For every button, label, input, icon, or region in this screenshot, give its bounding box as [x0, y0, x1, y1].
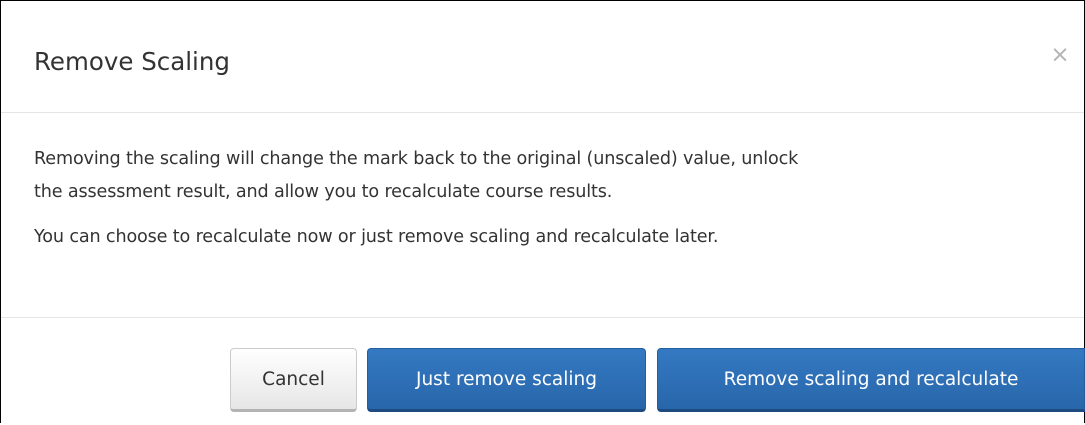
remove-scaling-and-recalculate-button[interactable]: Remove scaling and recalculate	[657, 348, 1085, 412]
dialog-message-line-1: Removing the scaling will change the mar…	[34, 149, 799, 169]
dialog-recalculate-hint: You can choose to recalculate now or jus…	[34, 227, 719, 247]
dialog-footer: Cancel Just remove scaling Remove scalin…	[1, 317, 1085, 425]
dialog-message-line-2: the assessment result, and allow you to …	[34, 182, 613, 202]
dialog-body: Removing the scaling will change the mar…	[34, 143, 1084, 254]
just-remove-scaling-button[interactable]: Just remove scaling	[367, 348, 646, 412]
remove-scaling-dialog: Remove Scaling × Removing the scaling wi…	[0, 0, 1085, 423]
dialog-title: Remove Scaling	[34, 47, 230, 76]
dialog-message: Removing the scaling will change the mar…	[34, 143, 1084, 209]
cancel-button[interactable]: Cancel	[230, 348, 357, 412]
dialog-header: Remove Scaling ×	[1, 1, 1084, 113]
close-icon[interactable]: ×	[1048, 41, 1072, 69]
